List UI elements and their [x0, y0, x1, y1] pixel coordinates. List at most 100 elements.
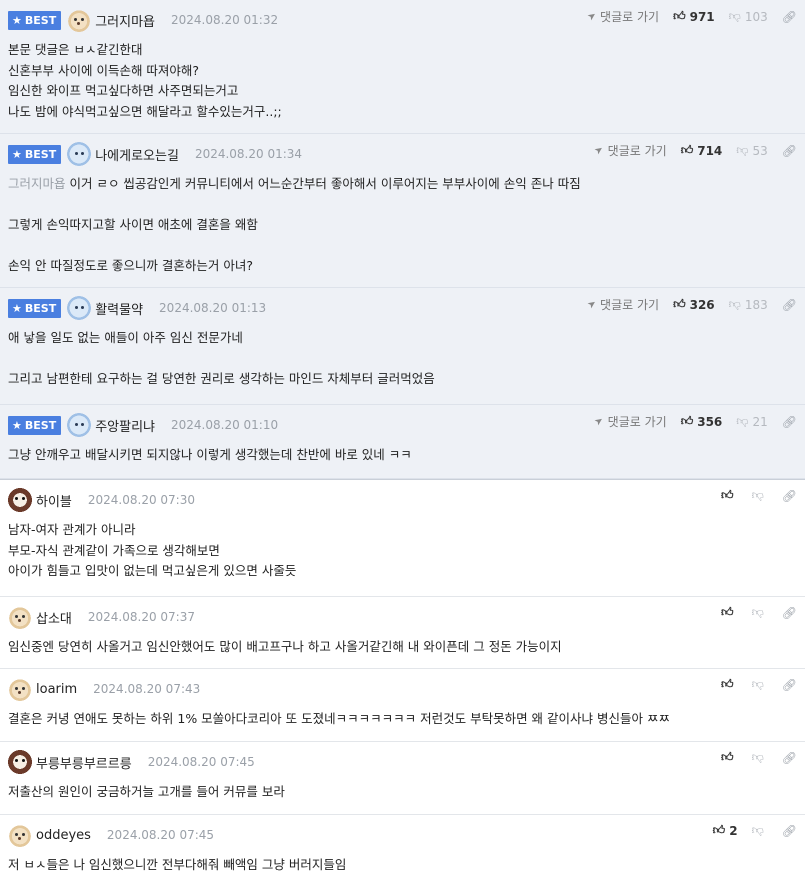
comment-text: 남자-여자 관계가 아니라 부모-자식 관계같이 가족으로 생각해보면 아이가 …	[8, 522, 297, 578]
avatar[interactable]	[67, 142, 92, 166]
share-link-button[interactable]: 🔗︎	[782, 751, 797, 765]
downvote-count: 103	[744, 9, 768, 24]
share-link-button[interactable]: 🔗︎	[782, 415, 797, 429]
comment-actions: ➤ 댓글로 가기 👍︎ 326 👎︎ 183 🔗︎	[585, 296, 797, 313]
comment-text: 본문 댓글은 ㅂㅅ같긴한대 신혼부부 사이에 이득손해 따져야해? 임신한 와이…	[8, 42, 282, 119]
downvote-button[interactable]: 👎︎	[752, 677, 768, 692]
share-link-button[interactable]: 🔗︎	[782, 144, 797, 158]
comment-header: 삽소대 2024.08.20 07:37	[8, 605, 797, 629]
goto-comment-button[interactable]: ➤ 댓글로 가기	[593, 413, 667, 430]
share-link-button[interactable]: 🔗︎	[782, 10, 797, 24]
best-label: BEST	[24, 418, 57, 432]
paper-plane-icon: ➤	[585, 9, 599, 24]
avatar[interactable]	[8, 750, 32, 774]
avatar[interactable]	[8, 605, 32, 629]
avatar[interactable]	[67, 8, 92, 32]
nickname[interactable]: oddeyes	[36, 828, 91, 843]
downvote-button[interactable]: 👎︎ 21	[736, 414, 767, 429]
link-icon: 🔗︎	[781, 605, 797, 620]
best-comment: ★ BEST 그러지마욥 2024.08.20 01:32 ➤ 댓글로 가기 👍︎ 971 👎︎…	[0, 0, 805, 134]
nickname[interactable]: 삽소대	[36, 608, 72, 627]
comment-actions: 👍︎ 👎︎ 🔗︎	[721, 605, 797, 620]
share-link-button[interactable]: 🔗︎	[782, 678, 797, 692]
mention-link[interactable]: 그러지마욥	[8, 176, 66, 191]
comment-actions: 👍︎ 👎︎ 🔗︎	[721, 677, 797, 692]
comment-body: 임신중엔 당연히 사올거고 임신안했어도 많이 배고프구나 하고 사올거같긴해 …	[8, 627, 797, 670]
thumbs-up-icon: 👍︎	[712, 823, 726, 837]
upvote-count: 714	[697, 143, 723, 158]
comment-body: 그냥 안깨우고 배달시키면 되지않나 이렇게 생각했는데 찬반에 바로 있네 ㅋ…	[8, 435, 797, 478]
downvote-button[interactable]: 👎︎	[752, 488, 768, 503]
comment-body: 저출산의 원인이 궁금하거늘 고개를 들어 커뮤를 보라	[8, 772, 797, 815]
nickname[interactable]: 부릉부릉부르르릉	[36, 753, 132, 772]
downvote-button[interactable]: 👎︎ 53	[736, 143, 767, 158]
avatar[interactable]	[8, 488, 32, 512]
nickname[interactable]: 나에게로오는길	[95, 145, 179, 164]
share-link-button[interactable]: 🔗︎	[782, 824, 797, 838]
downvote-count: 53	[752, 143, 768, 158]
comment-actions: 👍︎ 2 👎︎ 🔗︎	[713, 823, 797, 838]
downvote-button[interactable]: 👎︎	[752, 605, 768, 620]
share-link-button[interactable]: 🔗︎	[782, 606, 797, 620]
nickname[interactable]: 주앙팔리냐	[95, 416, 155, 435]
thumbs-down-icon: 👎︎	[736, 143, 749, 157]
timestamp: 2024.08.20 01:32	[171, 13, 279, 27]
nickname[interactable]: loarim	[36, 682, 77, 697]
link-icon: 🔗︎	[781, 9, 797, 24]
thumbs-up-icon: 👍︎	[673, 297, 686, 311]
upvote-button[interactable]: 👍︎ 714	[681, 143, 723, 158]
timestamp: 2024.08.20 07:43	[93, 682, 201, 696]
upvote-button[interactable]: 👍︎ 971	[673, 9, 715, 24]
upvote-button[interactable]: 👍︎ 356	[681, 414, 723, 429]
upvote-button[interactable]: 👍︎ 2	[713, 823, 738, 838]
best-comment: ★ BEST 주앙팔리냐 2024.08.20 01:10 ➤ 댓글로 가기 👍︎ 356 👎︎…	[0, 405, 805, 479]
avatar[interactable]	[8, 677, 32, 701]
comment-body: 본문 댓글은 ㅂㅅ같긴한대 신혼부부 사이에 이득손해 따져야해? 임신한 와이…	[8, 30, 797, 134]
upvote-button[interactable]: 👍︎	[721, 488, 738, 503]
comment-actions: ➤ 댓글로 가기 👍︎ 714 👎︎ 53 🔗︎	[592, 142, 797, 159]
downvote-button[interactable]: 👎︎	[752, 750, 768, 765]
upvote-button[interactable]: 👍︎	[721, 750, 738, 765]
avatar[interactable]	[67, 413, 92, 437]
goto-comment-button[interactable]: ➤ 댓글로 가기	[592, 142, 667, 159]
upvote-button[interactable]: 👍︎ 326	[673, 297, 715, 312]
comment-body: 남자-여자 관계가 아니라 부모-자식 관계같이 가족으로 생각해보면 아이가 …	[8, 510, 797, 594]
thumbs-down-icon: 👎︎	[736, 414, 749, 428]
goto-comment-button[interactable]: ➤ 댓글로 가기	[585, 8, 659, 25]
comment-item: 삽소대 2024.08.20 07:37 👍︎ 👎︎ 🔗︎ 임신중엔 당연히 사올거고 임…	[0, 597, 805, 669]
thumbs-down-icon: 👎︎	[751, 823, 764, 837]
comment-header: 하이블 2024.08.20 07:30	[8, 488, 797, 512]
thumbs-down-icon: 👎︎	[728, 297, 741, 311]
avatar[interactable]	[8, 823, 32, 847]
nickname[interactable]: 하이블	[36, 491, 72, 510]
share-link-button[interactable]: 🔗︎	[782, 298, 797, 312]
upvote-count: 2	[729, 823, 738, 838]
comment-header: loarim 2024.08.20 07:43	[8, 677, 797, 701]
best-label: BEST	[24, 13, 57, 27]
thumbs-up-icon: 👍︎	[721, 605, 734, 619]
thumbs-up-icon: 👍︎	[721, 677, 734, 691]
upvote-count: 971	[689, 9, 715, 24]
comment-body: 그러지마욥 이거 ㄹㅇ 씹공감인게 커뮤니티에서 어느순간부터 좋아해서 이루어…	[8, 164, 797, 289]
downvote-button[interactable]: 👎︎ 183	[729, 297, 768, 312]
timestamp: 2024.08.20 01:13	[159, 301, 267, 315]
comment-header: 부릉부릉부르르릉 2024.08.20 07:45	[8, 750, 797, 774]
comment-text: 저 ㅂㅅ들은 나 임신했으니깐 전부다해줘 빼액임 그냥 버러지들임	[8, 857, 347, 872]
upvote-button[interactable]: 👍︎	[721, 605, 738, 620]
comment-text: 저출산의 원인이 궁금하거늘 고개를 들어 커뮤를 보라	[8, 784, 285, 799]
comment-text: 애 낳을 일도 없는 애들이 아주 임신 전문가네 그리고 남편한테 요구하는 …	[8, 330, 435, 386]
goto-comment-button[interactable]: ➤ 댓글로 가기	[585, 296, 659, 313]
upvote-button[interactable]: 👍︎	[721, 677, 738, 692]
star-icon: ★	[12, 13, 22, 27]
downvote-button[interactable]: 👎︎ 103	[729, 9, 768, 24]
link-icon: 🔗︎	[781, 823, 797, 838]
nickname[interactable]: 활력물약	[95, 299, 143, 318]
downvote-button[interactable]: 👎︎	[752, 823, 768, 838]
thumbs-down-icon: 👎︎	[751, 750, 764, 764]
paper-plane-icon: ➤	[592, 143, 607, 158]
share-link-button[interactable]: 🔗︎	[782, 489, 797, 503]
timestamp: 2024.08.20 07:30	[87, 493, 195, 507]
avatar[interactable]	[67, 296, 92, 320]
best-badge: ★ BEST	[8, 298, 62, 318]
nickname[interactable]: 그러지마욥	[95, 11, 155, 30]
